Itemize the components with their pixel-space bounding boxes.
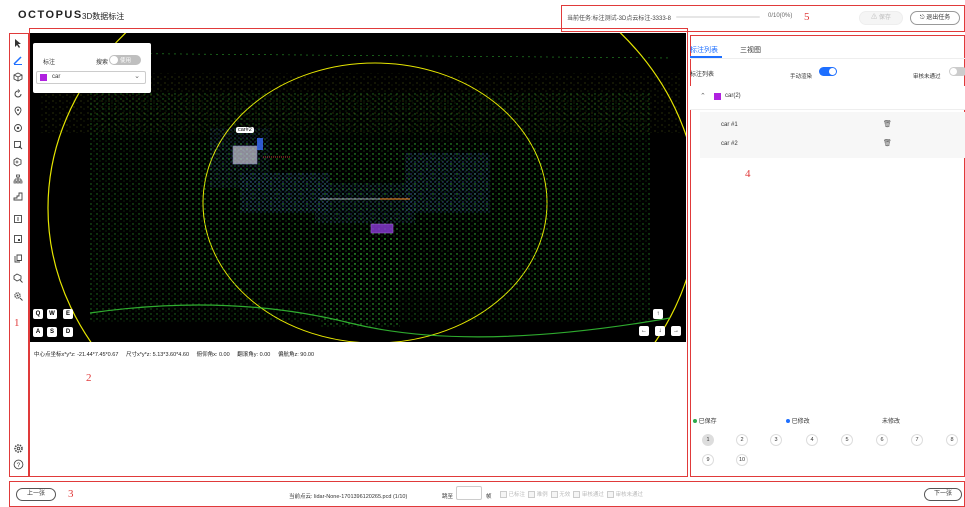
key-d-button[interactable]: D xyxy=(63,327,73,337)
page-button-2[interactable]: 2 xyxy=(736,434,748,446)
gear-search-icon[interactable] xyxy=(11,291,25,303)
label-panel xyxy=(33,43,151,93)
frame-label: 帧 xyxy=(486,494,492,500)
size-info: 尺寸x*y*z: 5.13*3.60*4.60 xyxy=(126,352,189,358)
frame-icon[interactable] xyxy=(11,214,25,226)
tab-annotation-list[interactable]: 标注列表 xyxy=(690,45,718,55)
checkbox-review-fail[interactable] xyxy=(606,491,614,499)
exit-task-button[interactable]: ⎋ 退出任务 xyxy=(910,11,960,25)
app-logo: OCTOPUS xyxy=(18,9,83,21)
rotate-icon[interactable] xyxy=(11,89,25,101)
review-fail-toggle[interactable] xyxy=(949,67,965,76)
key-e-button[interactable]: E xyxy=(63,309,73,319)
save-button[interactable]: ⚠ 保存 xyxy=(859,11,903,25)
modified-dot-icon xyxy=(786,419,790,424)
manual-render-label: 手动渲染 xyxy=(790,74,813,80)
roll-info: 翻滚角y: 0.00 xyxy=(237,352,271,358)
checkbox-invalid[interactable] xyxy=(550,491,558,499)
trash-icon[interactable]: 🗑 xyxy=(883,139,892,147)
bbox-info-line: 中心点坐标x*y*z: -21.44*7.45*0.67 尺寸x*y*z: 5.… xyxy=(34,350,314,358)
list-title: 标注列表 xyxy=(690,72,715,78)
arrow-down-button[interactable]: ↓ xyxy=(655,326,665,336)
review-fail-label: 审核未通过 xyxy=(913,74,941,80)
page-title: 3D数据标注 xyxy=(82,12,125,21)
key-s-button[interactable]: S xyxy=(47,327,57,337)
saved-dot-icon xyxy=(693,419,697,424)
task-progress-bar xyxy=(676,16,760,18)
page-button-4[interactable]: 4 xyxy=(806,434,818,446)
checkbox-annotated[interactable] xyxy=(500,491,507,499)
page-button-5[interactable]: 5 xyxy=(841,434,853,446)
jump-input[interactable] xyxy=(456,486,482,500)
group-name: car(2) xyxy=(725,93,741,99)
manual-render-toggle[interactable] xyxy=(819,67,837,76)
checkbox-hard[interactable] xyxy=(528,491,536,499)
legend-modified: 已修改 xyxy=(786,416,810,425)
target-icon[interactable] xyxy=(11,123,25,135)
next-button[interactable]: 下一张 xyxy=(924,488,962,501)
cube-search-icon[interactable] xyxy=(11,273,25,285)
cursor-icon[interactable] xyxy=(11,38,25,50)
key-q-button[interactable]: Q xyxy=(33,309,43,319)
arrow-up-button[interactable]: ↑ xyxy=(653,309,663,319)
page-button-1[interactable]: 1 xyxy=(702,434,714,446)
legend-saved: 已保存 xyxy=(693,416,717,425)
chevron-down-icon: ⌄ xyxy=(134,73,140,80)
copy-icon[interactable] xyxy=(11,254,25,266)
pin-icon[interactable] xyxy=(11,106,25,118)
tab-three-view[interactable]: 三视图 xyxy=(740,45,761,55)
trash-icon[interactable]: 🗑 xyxy=(883,120,892,128)
cube-icon[interactable] xyxy=(11,72,25,84)
label-title: 标注 xyxy=(43,60,56,66)
tab-divider xyxy=(690,58,965,59)
jump-label: 跳至 xyxy=(442,494,454,500)
search-toggle[interactable]: 使用 xyxy=(109,55,141,65)
help-icon[interactable]: ? xyxy=(11,459,25,471)
page-button-10[interactable]: 10 xyxy=(736,454,748,466)
page-button-9[interactable]: 9 xyxy=(702,454,714,466)
region-label-5: 5 xyxy=(804,11,810,23)
page-button-3[interactable]: 3 xyxy=(770,434,782,446)
group-color-swatch xyxy=(714,93,721,100)
chevron-up-icon: ⌃ xyxy=(700,93,706,100)
region-label-3: 3 xyxy=(68,488,74,500)
key-a-button[interactable]: A xyxy=(33,327,43,337)
group-divider xyxy=(690,109,965,110)
pen-icon[interactable] xyxy=(11,55,25,67)
list-item[interactable]: car #1 🗑 xyxy=(700,117,965,133)
status-checkboxes: 已标注 难例 无效 审核通过 审核未通过 xyxy=(500,490,643,499)
yaw-info: 偏航角z: 90.00 xyxy=(277,352,315,358)
search-label: 搜索 xyxy=(96,60,109,66)
page-button-8[interactable]: 8 xyxy=(946,434,958,446)
class-value: car xyxy=(52,74,61,80)
class-color-swatch xyxy=(40,74,47,81)
box-select-icon[interactable] xyxy=(11,140,25,152)
current-task-text: 当前任务:标注测试-3D点云标注-3333-8 xyxy=(567,16,672,22)
region-label-2: 2 xyxy=(86,372,92,384)
tree-icon[interactable] xyxy=(11,174,25,186)
arrow-left-button[interactable]: ← xyxy=(639,326,649,336)
checkbox-review-pass[interactable] xyxy=(573,491,581,499)
gear-icon[interactable] xyxy=(11,443,25,455)
page-button-7[interactable]: 7 xyxy=(911,434,923,446)
region-label-1: 1 xyxy=(14,317,20,329)
region-label-4: 4 xyxy=(745,168,751,180)
box-corner-icon[interactable] xyxy=(11,234,25,246)
legend-unmodified: 未修改 xyxy=(882,419,901,425)
page-button-6[interactable]: 6 xyxy=(876,434,888,446)
bbox-label[interactable]: car#2 xyxy=(236,127,254,133)
key-w-button[interactable]: W xyxy=(47,309,57,319)
group-header[interactable]: ⌃ car(2) xyxy=(690,86,965,109)
pitch-info: 俯仰角x: 0.00 xyxy=(196,352,230,358)
prev-button[interactable]: 上一张 xyxy=(16,488,56,501)
class-select[interactable]: car ⌄ xyxy=(36,71,146,84)
list-item[interactable]: car #2 🗑 xyxy=(700,136,965,152)
center-coords: 中心点坐标x*y*z: -21.44*7.45*0.67 xyxy=(34,352,119,358)
svg-text:?: ? xyxy=(16,462,20,469)
arrow-right-button[interactable]: → xyxy=(671,326,681,336)
stairs-icon[interactable] xyxy=(11,191,25,203)
task-progress-text: 0/10(0%) xyxy=(768,13,793,19)
current-cloud-text: 当前点云: lidar-None-1701396120265.pcd (1/10… xyxy=(289,494,408,500)
cube-plus-icon[interactable] xyxy=(11,157,25,169)
